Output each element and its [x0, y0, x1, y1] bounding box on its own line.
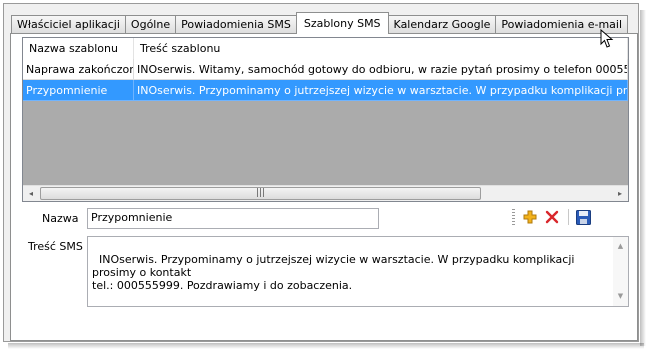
tab-bar: Właściciel aplikacji Ogólne Powiadomieni… — [11, 12, 629, 34]
window-shadow-bottom — [8, 343, 644, 349]
scroll-up-icon[interactable]: ▲ — [613, 240, 628, 253]
toolbar-separator — [568, 209, 569, 225]
column-header-content[interactable]: Treść szablonu — [134, 38, 628, 59]
cell-template-name[interactable]: Naprawa zakończona — [23, 59, 134, 80]
content-label: Treść SMS — [28, 240, 83, 253]
column-header-name[interactable]: Nazwa szablonu — [23, 38, 134, 59]
window-shadow-right — [640, 10, 646, 346]
toolbar-grip-icon[interactable] — [512, 209, 515, 225]
tab-kalendarz-google[interactable]: Kalendarz Google — [387, 15, 497, 34]
tab-szablony-sms[interactable]: Szablony SMS — [295, 12, 389, 34]
name-field[interactable]: Przypomnienie — [87, 208, 379, 229]
name-label: Nazwa — [42, 212, 79, 225]
save-template-button[interactable] — [573, 207, 593, 227]
scrollbar-thumb[interactable]: ||| — [40, 187, 481, 200]
mouse-cursor-icon — [600, 29, 614, 48]
tab-powiadomienia-sms[interactable]: Powiadomienia SMS — [175, 15, 297, 34]
table-row[interactable]: Naprawa zakończona INOserwis. Witamy, sa… — [23, 59, 628, 80]
content-field[interactable]: INOserwis. Przypominamy o jutrzejszej wi… — [87, 236, 629, 307]
vertical-scrollbar[interactable]: ▲ ▼ — [613, 237, 628, 306]
scroll-left-icon[interactable]: ◂ — [23, 186, 39, 201]
add-template-button[interactable] — [520, 207, 540, 227]
cell-template-content[interactable]: INOserwis. Witamy, samochód gotowy do od… — [134, 59, 628, 80]
cell-template-name[interactable]: Przypomnienie — [23, 80, 134, 101]
delete-icon — [545, 210, 559, 224]
scroll-right-icon[interactable]: ▸ — [612, 186, 628, 201]
horizontal-scrollbar[interactable]: ◂ ||| ▸ — [23, 185, 628, 201]
tab-wlasciciel-aplikacji[interactable]: Właściciel aplikacji — [11, 15, 126, 34]
delete-template-button[interactable] — [542, 207, 562, 227]
scroll-down-icon[interactable]: ▼ — [613, 290, 628, 303]
save-icon — [575, 209, 591, 225]
grid-header: Nazwa szablonu Treść szablonu — [23, 38, 628, 60]
cell-template-content[interactable]: INOserwis. Przypominamy o jutrzejszej wi… — [134, 80, 628, 101]
tab-ogolne[interactable]: Ogólne — [124, 15, 177, 34]
template-toolbar — [512, 207, 595, 227]
add-icon — [523, 210, 537, 224]
table-row-selected[interactable]: Przypomnienie INOserwis. Przypominamy o … — [23, 80, 628, 101]
content-text[interactable]: INOserwis. Przypominamy o jutrzejszej wi… — [92, 253, 578, 292]
templates-grid[interactable]: Nazwa szablonu Treść szablonu Naprawa za… — [22, 37, 629, 202]
